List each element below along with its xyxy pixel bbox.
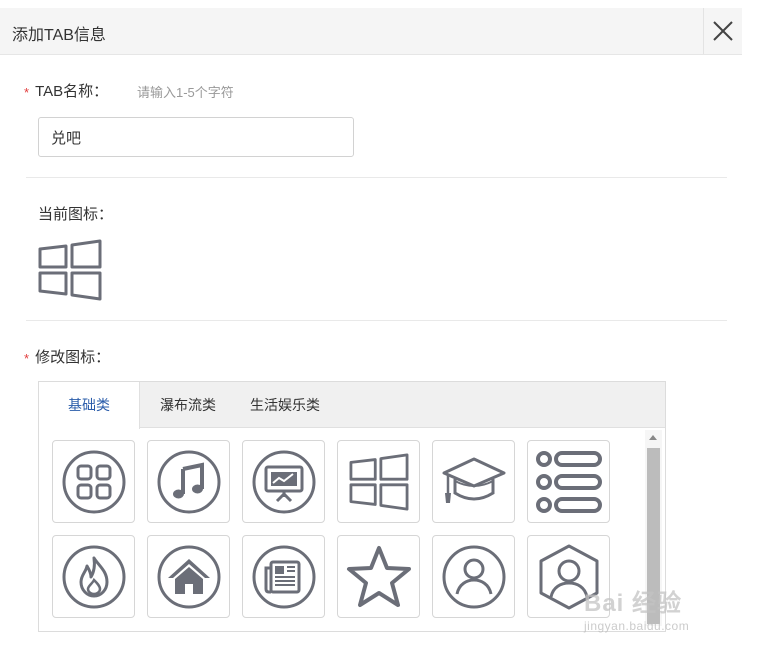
- close-icon: [713, 21, 733, 41]
- user-icon: [442, 545, 505, 608]
- list-icon: [535, 450, 602, 513]
- divider: [26, 320, 727, 321]
- icon-option-home[interactable]: [147, 535, 230, 618]
- icon-option-star[interactable]: [337, 535, 420, 618]
- icon-option-grid[interactable]: [52, 440, 135, 523]
- divider: [26, 177, 727, 178]
- tab-name-hint: 请输入1-5个字符: [137, 85, 234, 100]
- icon-picker-panel: 基础类 瀑布流类 生活娱乐类: [38, 381, 666, 632]
- graduation-cap-icon: [442, 457, 505, 503]
- windows-icon: [38, 239, 102, 301]
- tab-name-input[interactable]: [38, 117, 354, 157]
- icon-option-list[interactable]: [527, 440, 610, 523]
- icon-option-fire[interactable]: [52, 535, 135, 618]
- presentation-icon: [252, 450, 315, 513]
- tab-waterfall[interactable]: 瀑布流类: [146, 382, 230, 428]
- icon-option-presentation[interactable]: [242, 440, 325, 523]
- icon-option-newspaper[interactable]: [242, 535, 325, 618]
- watermark-sub: jingyan.baidu.com: [584, 619, 690, 633]
- icon-category-tabs: 基础类 瀑布流类 生活娱乐类: [39, 382, 665, 429]
- required-mark: *: [24, 351, 30, 366]
- fire-icon: [62, 545, 125, 608]
- music-icon: [157, 450, 220, 513]
- current-icon-label: 当前图标：: [38, 206, 114, 223]
- icon-option-windows[interactable]: [337, 440, 420, 523]
- close-button[interactable]: [703, 8, 742, 54]
- grid-icon: [62, 450, 125, 513]
- modify-icon-label: 修改图标：: [35, 349, 111, 366]
- required-mark: *: [24, 85, 30, 100]
- dialog-title: 添加TAB信息: [12, 27, 106, 44]
- newspaper-icon: [252, 545, 315, 608]
- scroll-up-arrow-icon[interactable]: [649, 435, 657, 440]
- watermark-main: Bai 经验: [584, 590, 683, 617]
- tab-name-label: TAB名称：: [35, 83, 109, 100]
- tab-name-label-row: * TAB名称：: [24, 80, 108, 101]
- home-icon: [157, 545, 220, 608]
- current-icon-preview: [36, 239, 104, 301]
- dialog-header: 添加TAB信息: [0, 8, 742, 55]
- tab-life-entertainment[interactable]: 生活娱乐类: [237, 382, 333, 428]
- baidu-watermark: Bai 经验 jingyan.baidu.com: [584, 577, 724, 639]
- windows-icon: [349, 452, 408, 511]
- icon-option-music[interactable]: [147, 440, 230, 523]
- tab-basic[interactable]: 基础类: [39, 382, 140, 429]
- modify-icon-label-row: * 修改图标：: [24, 346, 110, 367]
- icon-option-graduation[interactable]: [432, 440, 515, 523]
- star-icon: [346, 545, 411, 607]
- icon-option-user[interactable]: [432, 535, 515, 618]
